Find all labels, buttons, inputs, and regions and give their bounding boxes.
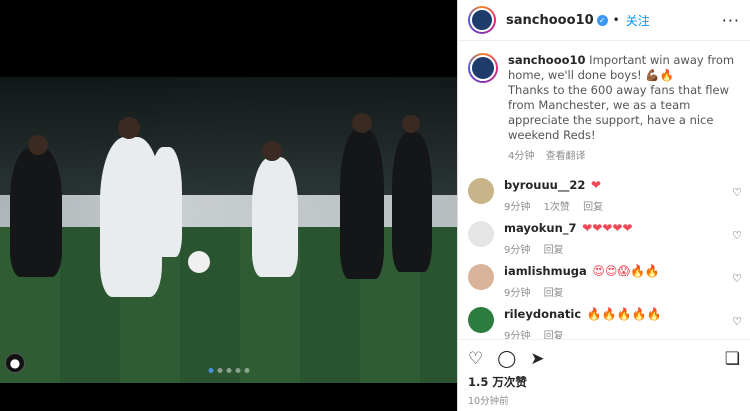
- player-head: [118, 117, 140, 139]
- comment-time: 9分钟: [504, 202, 531, 213]
- commenter-avatar[interactable]: [468, 264, 494, 290]
- reply-button[interactable]: 回复: [544, 245, 564, 256]
- commenter-username[interactable]: byrouuu__22: [504, 178, 585, 192]
- comment-item: mayokun_7 ❤❤❤❤❤ 9分钟 回复 ♡: [458, 213, 750, 256]
- caption: sanchooo10 Important win away from home,…: [458, 41, 750, 170]
- reply-button[interactable]: 回复: [544, 288, 564, 299]
- carousel-dot: [208, 368, 213, 373]
- comment-item: byrouuu__22 ❤ 9分钟 1次赞 回复 ♡: [458, 170, 750, 213]
- comment-time: 9分钟: [504, 288, 531, 299]
- comment-like-icon[interactable]: ♡: [732, 272, 742, 285]
- comment-icon[interactable]: ◯: [497, 349, 516, 369]
- comment-like-icon[interactable]: ♡: [732, 186, 742, 199]
- comment-item: rileydonatic 🔥🔥🔥🔥🔥 9分钟 回复 ♡: [458, 299, 750, 342]
- like-icon[interactable]: ♡: [468, 349, 483, 369]
- caption-time: 4分钟: [508, 151, 535, 162]
- comment-text: 🔥🔥🔥🔥🔥: [586, 307, 662, 321]
- comment-text: ❤: [591, 178, 602, 192]
- comment-time: 9分钟: [504, 245, 531, 256]
- carousel-dot: [244, 368, 249, 373]
- follow-button[interactable]: 关注: [626, 12, 650, 29]
- commenter-avatar[interactable]: [468, 307, 494, 333]
- comment-likes[interactable]: 1次赞: [544, 202, 570, 213]
- player-figure: [150, 147, 182, 257]
- player-figure: [340, 129, 384, 279]
- player-head: [28, 135, 48, 155]
- see-translation-link[interactable]: 查看翻译: [546, 151, 586, 162]
- avatar[interactable]: [468, 53, 498, 83]
- share-icon[interactable]: ➤: [530, 349, 544, 369]
- post-header: sanchooo10 ✓ • 关注 ···: [458, 0, 750, 41]
- player-figure: [10, 147, 62, 277]
- likes-count[interactable]: 1.5 万次赞: [468, 374, 740, 390]
- verified-icon: ✓: [596, 14, 608, 26]
- caption-username[interactable]: sanchooo10: [508, 53, 586, 67]
- comment-like-icon[interactable]: ♡: [732, 229, 742, 242]
- post-photo: [0, 77, 457, 383]
- carousel-dot: [217, 368, 222, 373]
- player-figure: [252, 157, 298, 277]
- comment-like-icon[interactable]: ♡: [732, 315, 742, 328]
- player-head: [352, 113, 372, 133]
- commenter-username[interactable]: iamlishmuga: [504, 264, 587, 278]
- commenter-avatar[interactable]: [468, 221, 494, 247]
- ad-board: [0, 195, 457, 231]
- more-options-icon[interactable]: ···: [722, 11, 740, 30]
- comment-text: 😍😍😱🔥🔥: [592, 264, 660, 278]
- commenter-username[interactable]: mayokun_7: [504, 221, 577, 235]
- carousel-dot: [235, 368, 240, 373]
- player-figure: [392, 132, 432, 272]
- tagged-user-icon[interactable]: ●: [5, 353, 25, 373]
- stadium-stands: [0, 77, 457, 197]
- carousel-dots: [208, 368, 249, 373]
- pitch: [0, 227, 457, 383]
- reply-button[interactable]: 回复: [583, 202, 603, 213]
- carousel-dot: [226, 368, 231, 373]
- football: [188, 251, 210, 273]
- player-head: [402, 115, 420, 133]
- comment-text: ❤❤❤❤❤: [582, 221, 633, 235]
- commenter-avatar[interactable]: [468, 178, 494, 204]
- post-footer: ♡ ◯ ➤ ❏ 1.5 万次赞 10分钟前: [458, 339, 750, 411]
- username-link[interactable]: sanchooo10: [506, 13, 594, 28]
- commenter-username[interactable]: rileydonatic: [504, 307, 581, 321]
- post-time: 10分钟前: [468, 396, 509, 407]
- player-head: [262, 141, 282, 161]
- comments-list: byrouuu__22 ❤ 9分钟 1次赞 回复 ♡ mayokun_7 ❤❤❤…: [458, 170, 750, 342]
- comment-item: iamlishmuga 😍😍😱🔥🔥 9分钟 回复 ♡: [458, 256, 750, 299]
- post-side-panel: sanchooo10 ✓ • 关注 ··· sanchooo10 Importa…: [457, 0, 750, 411]
- avatar[interactable]: [468, 6, 496, 34]
- post-media[interactable]: ●: [0, 0, 457, 411]
- save-icon[interactable]: ❏: [725, 349, 740, 369]
